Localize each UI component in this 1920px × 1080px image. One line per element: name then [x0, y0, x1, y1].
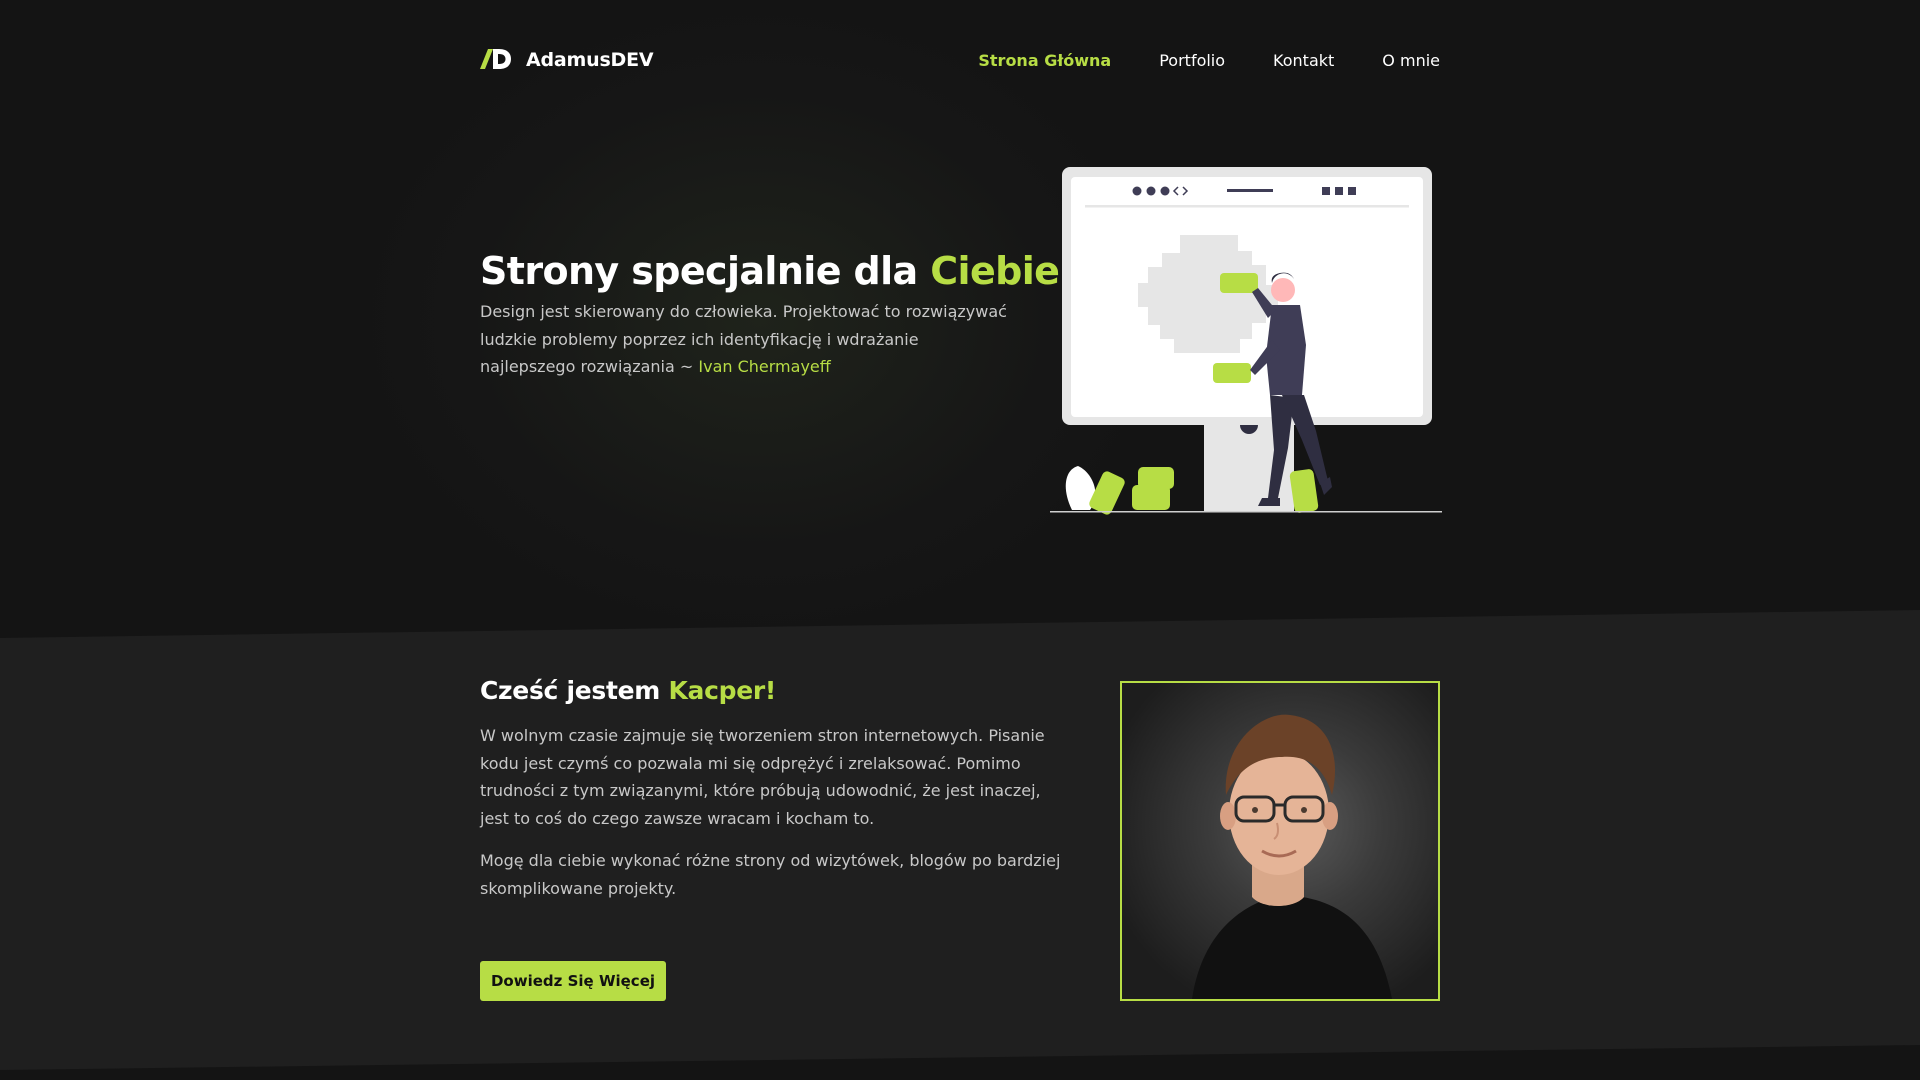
about-title-accent: Kacper! — [668, 676, 776, 705]
hero-title: Strony specjalnie dla Ciebie — [480, 246, 1060, 296]
ad-logo-icon — [480, 49, 511, 69]
brand-name: AdamusDEV — [526, 49, 654, 71]
about-title-prefix: Cześć jestem — [480, 676, 661, 705]
navbar: AdamusDEV Strona Główna Portfolio Kontak… — [480, 40, 1440, 80]
hero-title-prefix: Strony specjalnie dla — [480, 249, 918, 293]
brand[interactable]: AdamusDEV — [480, 47, 654, 73]
hero-quote: Design jest skierowany do człowieka. Pro… — [480, 298, 1010, 381]
profile-photo-portrait — [1192, 714, 1392, 999]
profile-photo — [1120, 681, 1440, 1001]
nav-link-about[interactable]: O mnie — [1382, 51, 1440, 70]
hero-quote-author: Ivan Chermayeff — [698, 357, 831, 376]
main-nav: Strona Główna Portfolio Kontakt O mnie — [978, 51, 1440, 70]
learn-more-button[interactable]: Dowiedz Się Więcej — [480, 961, 666, 1001]
nav-link-contact[interactable]: Kontakt — [1273, 51, 1334, 70]
about-title: Cześć jestem Kacper! — [480, 676, 776, 705]
web-design-illustration — [1050, 167, 1442, 515]
nav-link-portfolio[interactable]: Portfolio — [1159, 51, 1225, 70]
about-paragraph-2: Mogę dla ciebie wykonać różne strony od … — [480, 851, 1061, 898]
nav-link-home[interactable]: Strona Główna — [978, 51, 1111, 70]
about-paragraph-1: W wolnym czasie zajmuje się tworzeniem s… — [480, 726, 1045, 828]
hero-title-accent: Ciebie — [930, 249, 1060, 293]
